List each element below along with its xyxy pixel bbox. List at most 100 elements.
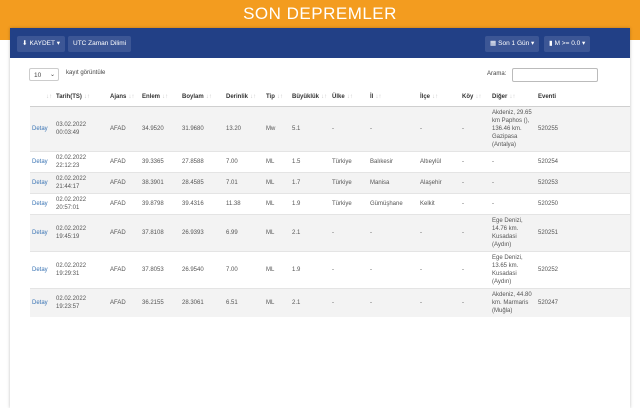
column-header[interactable]: Derinlik ↓↑ (224, 88, 264, 107)
column-header[interactable]: Tip ↓↑ (264, 88, 290, 107)
sort-icon[interactable]: ↓↑ (475, 94, 481, 100)
column-header[interactable]: Ajans ↓↑ (108, 88, 140, 107)
table-cell: - (460, 288, 490, 317)
table-cell: ML (264, 251, 290, 289)
column-header[interactable]: Köy ↓↑ (460, 88, 490, 107)
save-button[interactable]: ⬇ KAYDET ▾ (17, 36, 65, 52)
detail-link[interactable]: Detay (30, 172, 54, 194)
detail-link[interactable]: Detay (30, 288, 54, 317)
sort-icon[interactable]: ↓↑ (162, 94, 168, 100)
search-input[interactable] (512, 68, 598, 82)
column-header-label: Boylam (182, 94, 204, 100)
table-cell: - (460, 151, 490, 173)
table-controls: 10 ⌄ kayıt görüntüle Arama: (10, 64, 630, 84)
sort-icon[interactable]: ↓↑ (128, 94, 134, 100)
magnitude-filter-button[interactable]: ▮ M >= 0.0 ▾ (544, 36, 591, 52)
column-header[interactable]: Enlem ↓↑ (140, 88, 180, 107)
table-cell: - (330, 106, 368, 152)
table-cell: - (418, 214, 460, 252)
sort-icon[interactable]: ↓↑ (46, 94, 52, 100)
sort-icon[interactable]: ↓↑ (206, 94, 212, 100)
table-cell: - (460, 193, 490, 215)
table-cell: 5.1 (290, 106, 330, 152)
save-label: KAYDET (29, 40, 55, 47)
table-row: Detay 02.02.2022 19:29:31 AFAD 37.8053 26.95… (30, 251, 630, 289)
table-cell: - (490, 151, 536, 173)
detail-link[interactable]: Detay (30, 106, 54, 152)
column-header-label: Enlem (142, 94, 161, 100)
table-cell: AFAD (108, 151, 140, 173)
table-cell: 6.51 (224, 288, 264, 317)
table-cell: Gümüşhane (368, 193, 418, 215)
sort-icon[interactable]: ↓↑ (321, 94, 327, 100)
detail-link[interactable]: Detay (30, 193, 54, 215)
table-cell: 1.5 (290, 151, 330, 173)
table-cell: - (460, 251, 490, 289)
table-header-row: ↓↑ Tarih(TS) ↓↑ Ajans ↓↑ Enlem ↓↑ Boylam ↓↑ Derin… (30, 88, 630, 107)
table-cell: 6.99 (224, 214, 264, 252)
column-header[interactable]: Büyüklük ↓↑ (290, 88, 330, 107)
sort-icon[interactable]: ↓↑ (347, 94, 353, 100)
sort-icon[interactable]: ↓↑ (375, 94, 381, 100)
table-cell: Türkiye (330, 151, 368, 173)
table-cell: 520247 (536, 288, 630, 317)
column-header[interactable]: İlçe ↓↑ (418, 88, 460, 107)
column-header[interactable]: Tarih(TS) ↓↑ (54, 88, 108, 107)
magnitude-label: M >= 0.0 (554, 40, 581, 47)
detail-link[interactable]: Detay (30, 251, 54, 289)
sort-icon[interactable]: ↓↑ (277, 94, 283, 100)
table-cell: 36.2155 (140, 288, 180, 317)
utc-timezone-button[interactable]: UTC Zaman Dilimi (68, 36, 132, 52)
page-length-text: kayıt görüntüle (66, 70, 106, 76)
column-header-label: Derinlik (226, 94, 249, 100)
sort-icon[interactable]: ↓↑ (250, 94, 256, 100)
table-cell: Ege Denizi, 13.65 km. Kusadasi (Aydın) (490, 251, 536, 289)
column-header[interactable]: ↓↑ (30, 88, 54, 107)
column-header-label: Tarih(TS) (56, 94, 82, 100)
table-cell: 39.8798 (140, 193, 180, 215)
sort-icon[interactable]: ↓↑ (509, 94, 515, 100)
table-row: Detay 02.02.2022 20:57:01 AFAD 39.8798 39.43… (30, 193, 630, 215)
column-header-label: Köy (462, 94, 474, 100)
column-header[interactable]: Diğer ↓↑ (490, 88, 536, 107)
column-header[interactable]: Boylam ↓↑ (180, 88, 224, 107)
table-cell: Kelkit (418, 193, 460, 215)
table-cell: - (418, 288, 460, 317)
table-cell: 28.4585 (180, 172, 224, 194)
earthquake-table: ↓↑ Tarih(TS) ↓↑ Ajans ↓↑ Enlem ↓↑ Boylam ↓↑ Derin… (30, 88, 630, 317)
table-cell: 02.02.2022 21:44:17 (54, 172, 108, 194)
table-cell: - (330, 288, 368, 317)
table-cell: 27.8588 (180, 151, 224, 173)
table-cell: - (490, 172, 536, 194)
earthquake-panel: ⬇ KAYDET ▾ UTC Zaman Dilimi ▦ Son 1 Gün ▾ … (10, 28, 630, 408)
table-cell: 1.7 (290, 172, 330, 194)
table-cell: - (460, 106, 490, 152)
table-cell: Türkiye (330, 193, 368, 215)
table-cell: 7.00 (224, 151, 264, 173)
column-header-label: İl (370, 94, 374, 100)
time-range-button[interactable]: ▦ Son 1 Gün ▾ (485, 36, 540, 52)
table-cell: 02.02.2022 19:23:57 (54, 288, 108, 317)
table-cell: 2.1 (290, 214, 330, 252)
download-icon: ⬇ (22, 40, 28, 47)
column-header[interactable]: Eventi (536, 88, 630, 107)
page-length-value: 10 (34, 72, 42, 79)
table-cell: 26.9540 (180, 251, 224, 289)
table-cell: 31.9680 (180, 106, 224, 152)
table-cell: 02.02.2022 22:12:23 (54, 151, 108, 173)
detail-link[interactable]: Detay (30, 151, 54, 173)
column-header[interactable]: Ülke ↓↑ (330, 88, 368, 107)
column-header[interactable]: İl ↓↑ (368, 88, 418, 107)
table-cell: 520252 (536, 251, 630, 289)
column-header-label: Eventi (538, 94, 557, 100)
sort-icon[interactable]: ↓↑ (432, 94, 438, 100)
table-cell: Mw (264, 106, 290, 152)
table-cell: ML (264, 288, 290, 317)
page-length-select[interactable]: 10 ⌄ (29, 68, 59, 81)
table-row: Detay 03.02.2022 00:03:49 AFAD 34.9520 31.96… (30, 106, 630, 152)
sort-icon[interactable]: ↓↑ (84, 94, 90, 100)
table-cell: 37.8053 (140, 251, 180, 289)
column-header-label: Ülke (332, 94, 345, 100)
detail-link[interactable]: Detay (30, 214, 54, 252)
table-cell: ML (264, 151, 290, 173)
